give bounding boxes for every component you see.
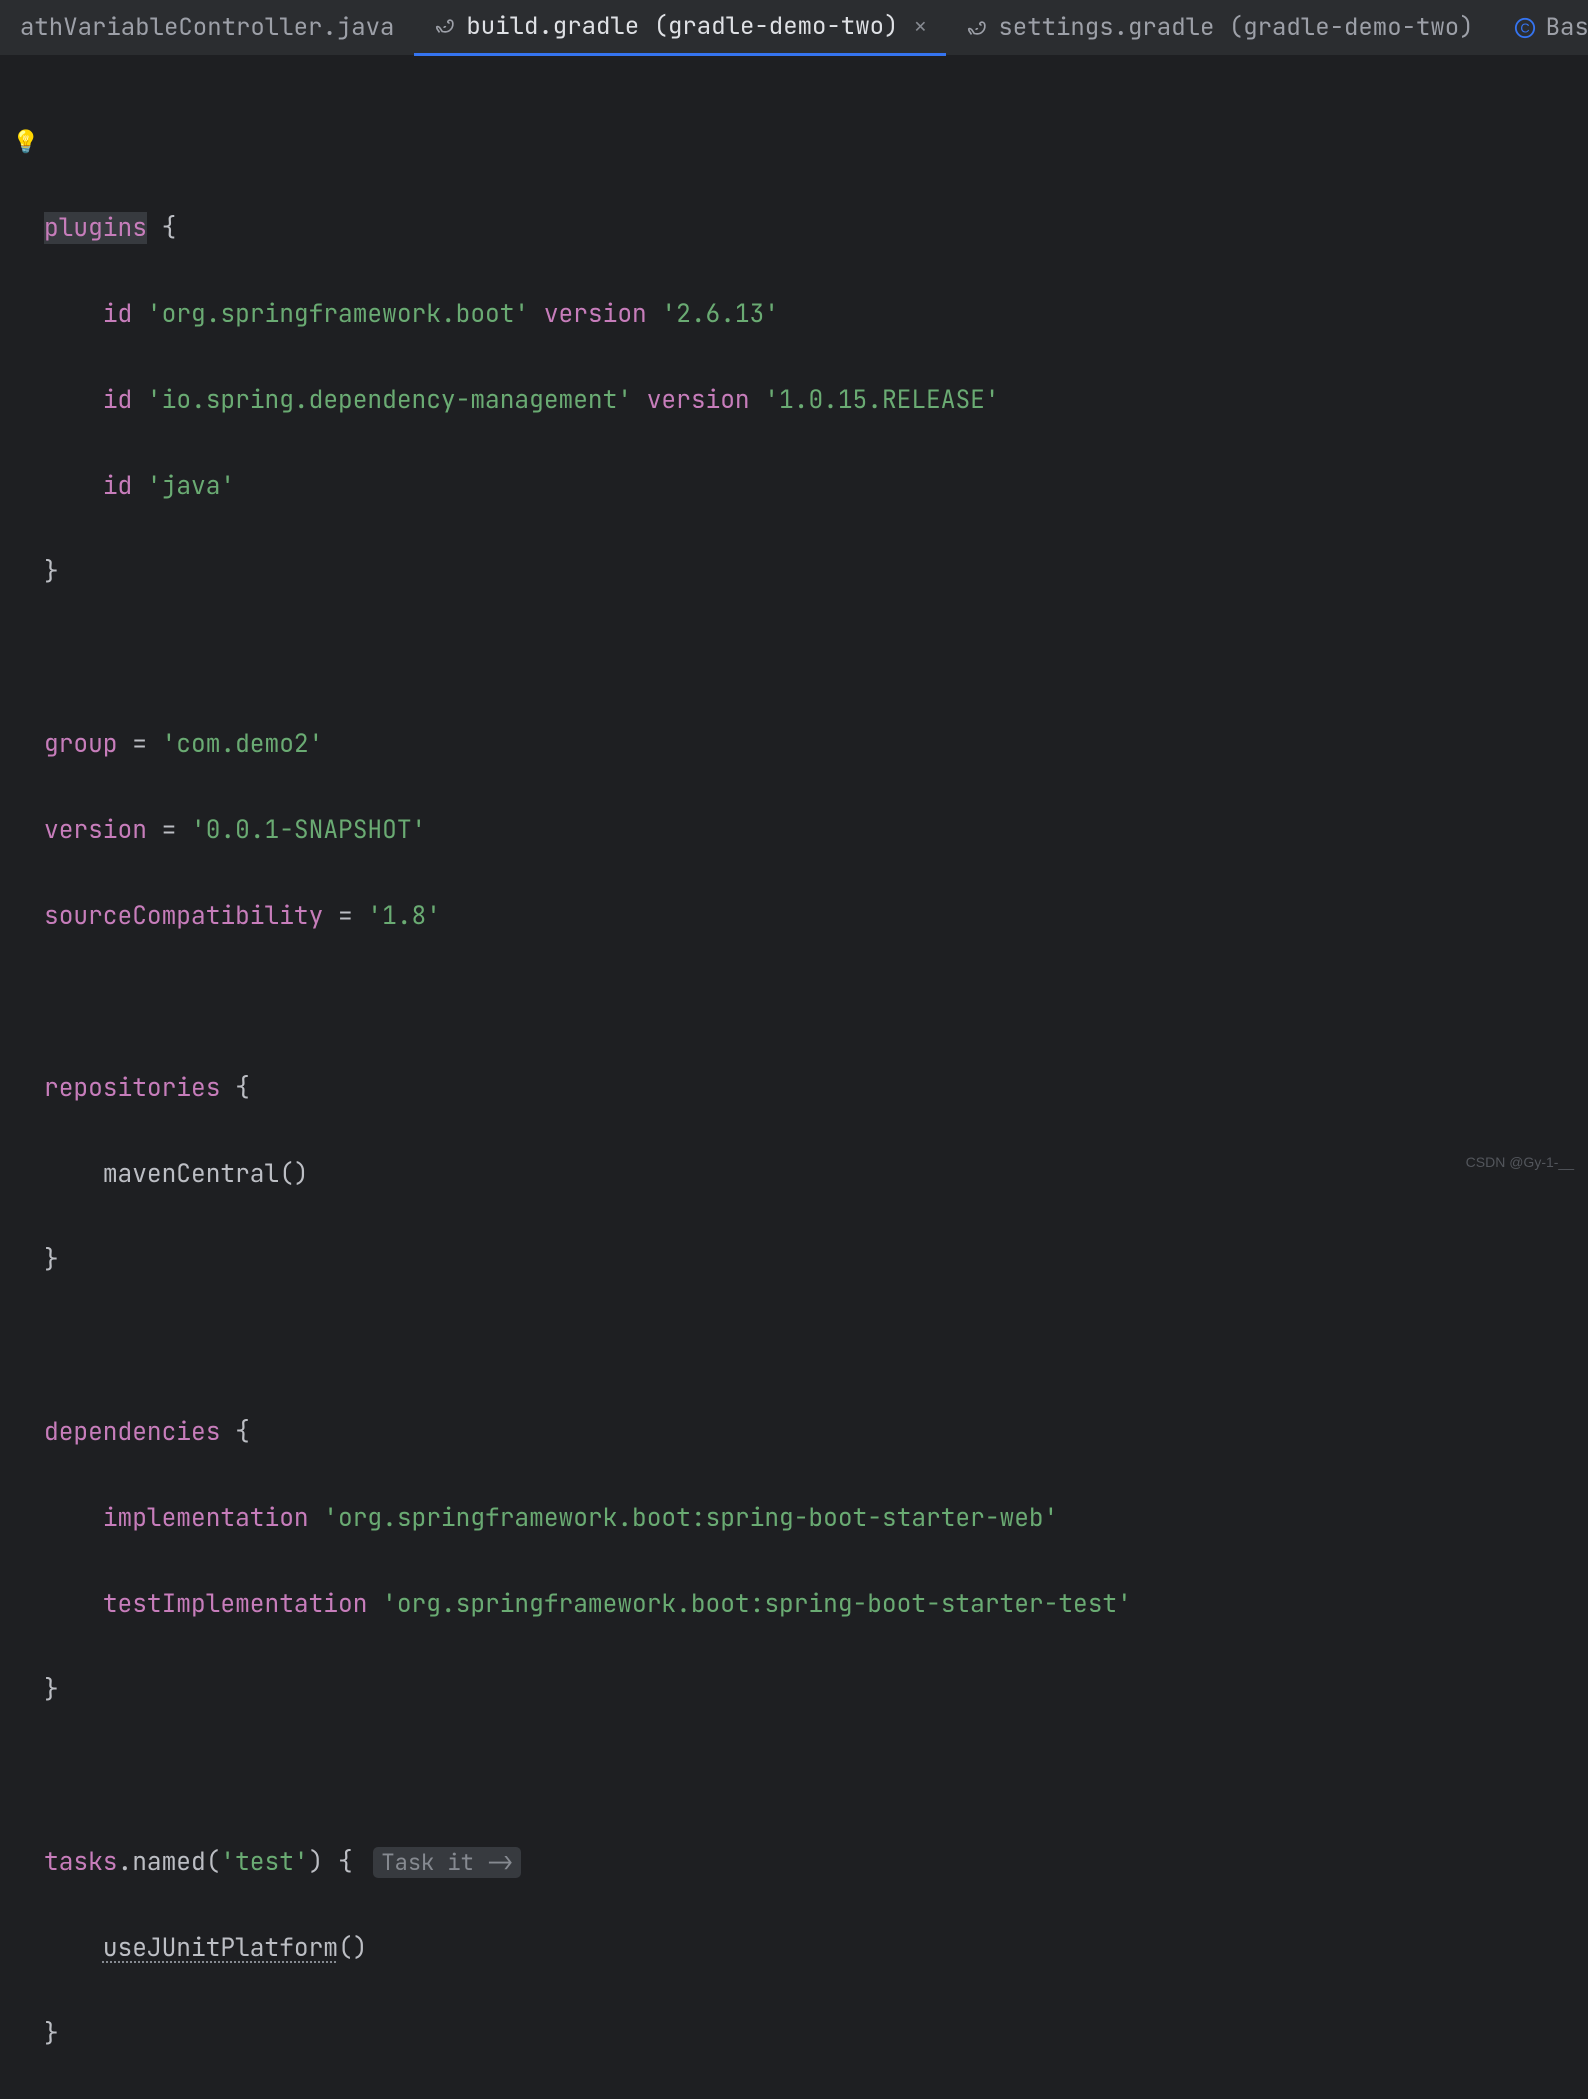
code-line: } (44, 2013, 1588, 2056)
tab-controller[interactable]: athVariableController.java (0, 0, 414, 56)
tab-label: build.gradle (gradle-demo-two) (466, 11, 898, 42)
code-line: } (44, 1669, 1588, 1712)
code-line: testImplementation 'org.springframework.… (44, 1583, 1588, 1626)
svg-text:C: C (1520, 20, 1529, 35)
code-line: repositories { (44, 1067, 1588, 1110)
code-line: implementation 'org.springframework.boot… (44, 1497, 1588, 1540)
tab-label: settings.gradle (gradle-demo-two) (998, 12, 1473, 43)
code-line (44, 637, 1588, 680)
code-line: id 'io.spring.dependency-management' ver… (44, 379, 1588, 422)
code-line: } (44, 1239, 1588, 1282)
code-line: id 'java' (44, 465, 1588, 508)
inlay-hint: Task it -> (373, 1847, 521, 1878)
code-line: mavenCentral() (44, 1153, 1588, 1196)
gradle-icon (966, 17, 988, 39)
gradle-icon (434, 15, 456, 37)
code-line: tasks.named('test') { Task it -> (44, 1841, 1588, 1884)
tab-build-gradle[interactable]: build.gradle (gradle-demo-two) ✕ (414, 0, 946, 56)
code-line: } (44, 551, 1588, 594)
code-editor[interactable]: 💡 plugins { id 'org.springframework.boot… (0, 56, 1588, 2099)
code-line (44, 1755, 1588, 1798)
code-line: sourceCompatibility = '1.8' (44, 895, 1588, 938)
code-line (44, 1325, 1588, 1368)
code-line: dependencies { (44, 1411, 1588, 1454)
code-line: id 'org.springframework.boot' version '2… (44, 293, 1588, 336)
tab-bar: athVariableController.java build.gradle … (0, 0, 1588, 56)
code-line (44, 981, 1588, 1024)
watermark: CSDN @Gy-1-__ (1466, 1154, 1574, 1170)
code-line: version = '0.0.1-SNAPSHOT' (44, 809, 1588, 852)
tab-label: athVariableController.java (20, 12, 394, 43)
code-line: useJUnitPlatform() (44, 1927, 1588, 1970)
class-icon: C (1514, 17, 1536, 39)
code-line: plugins { (44, 207, 1588, 250)
tab-basic[interactable]: C BasicCo (1494, 0, 1588, 56)
tab-settings-gradle[interactable]: settings.gradle (gradle-demo-two) (946, 0, 1493, 56)
tab-label: BasicCo (1546, 12, 1588, 43)
code-line: group = 'com.demo2' (44, 723, 1588, 766)
close-icon[interactable]: ✕ (914, 13, 926, 39)
lightbulb-icon[interactable]: 💡 (12, 120, 39, 163)
